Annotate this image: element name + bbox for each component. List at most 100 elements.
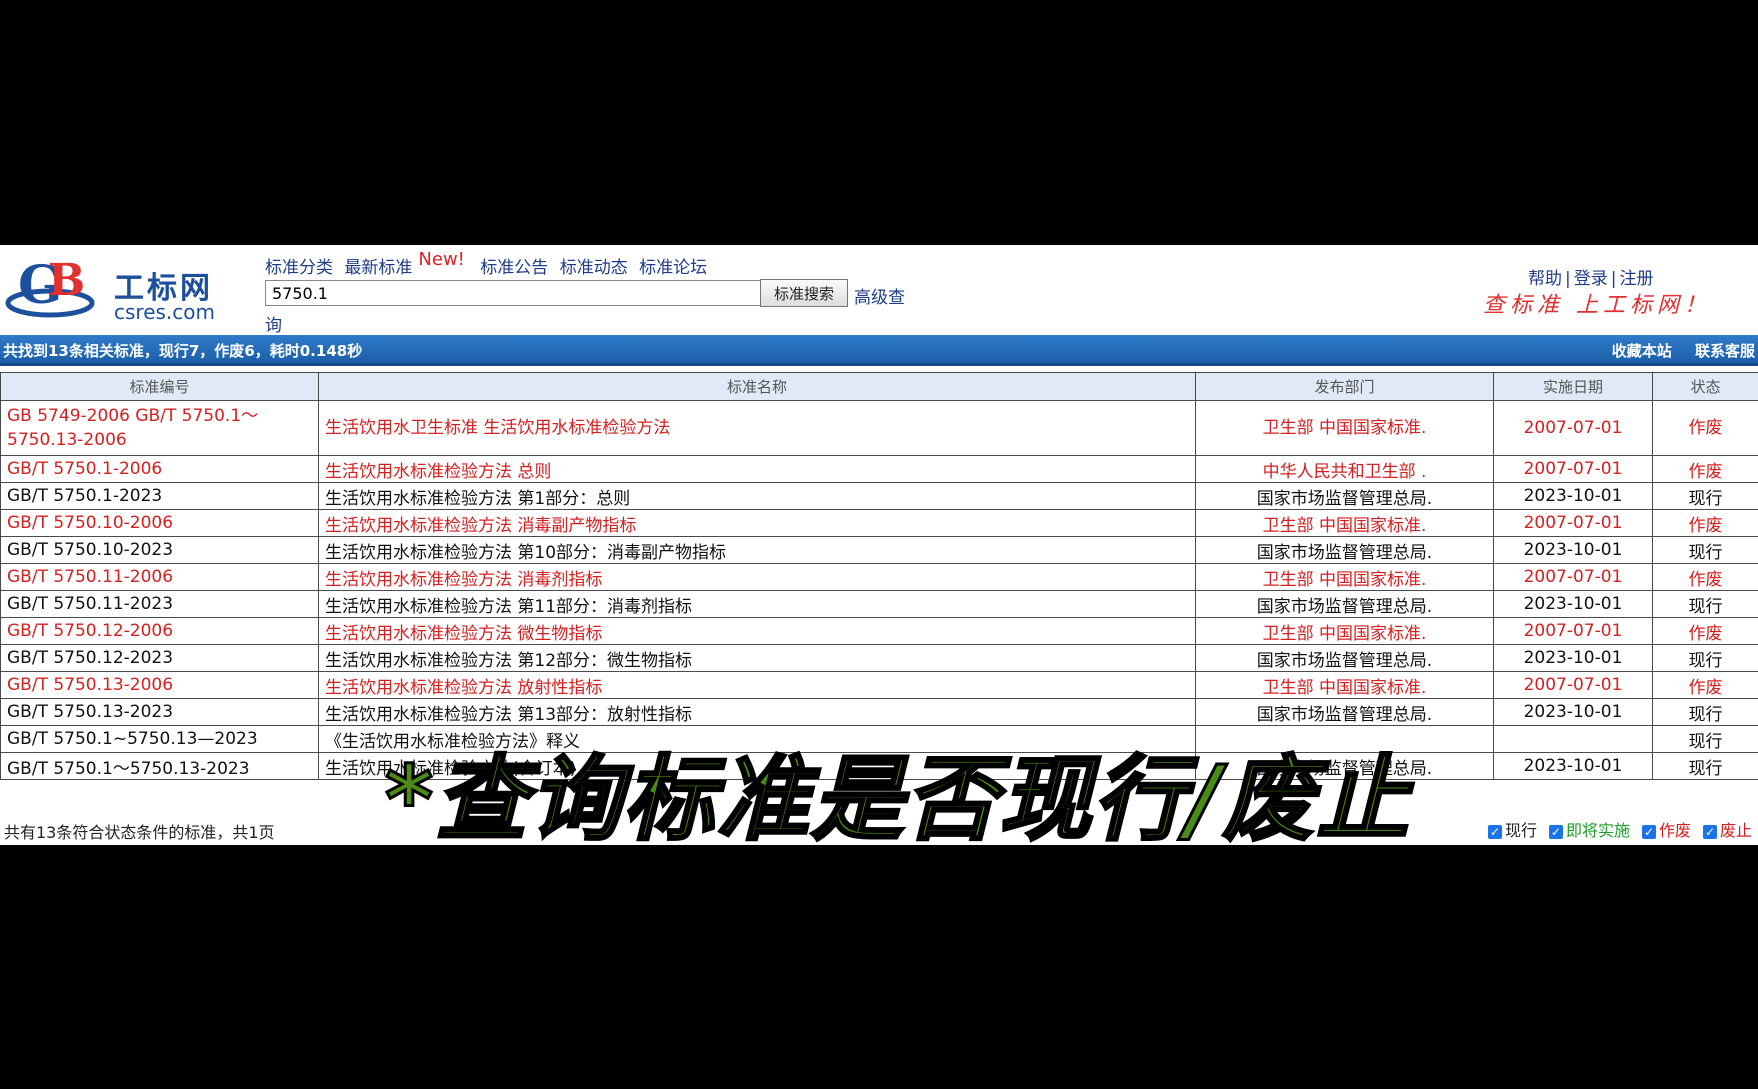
effective-date: 2007-07-01 — [1493, 509, 1653, 537]
standard-code-link[interactable]: GB/T 5750.1-2023 — [0, 482, 319, 510]
effective-date: 2023-10-01 — [1493, 752, 1653, 780]
effective-date: 2007-07-01 — [1493, 455, 1653, 483]
standard-name-link[interactable]: 生活饮用水标准检验方法 消毒剂指标 — [318, 563, 1196, 591]
status-cell: 现行 — [1652, 698, 1758, 726]
advanced-search-link[interactable]: 高级查 — [854, 283, 905, 308]
table-row[interactable]: GB/T 5750.13-2023 生活饮用水标准检验方法 第13部分：放射性指标… — [0, 698, 1758, 726]
site-header: G B 工标网 csres.com 标准分类 最新标准 New! 标准公告 标准动… — [0, 245, 1758, 336]
standard-code-link[interactable]: GB/T 5750.12-2006 — [0, 617, 319, 645]
standard-code-link[interactable]: GB 5749-2006 GB/T 5750.1～5750.13-2006 — [0, 400, 319, 456]
web-page: G B 工标网 csres.com 标准分类 最新标准 New! 标准公告 标准动… — [0, 245, 1758, 845]
checkbox-checked-icon[interactable]: ✓ — [1548, 824, 1563, 839]
table-row[interactable]: GB/T 5750.11-2006 生活饮用水标准检验方法 消毒剂指标 卫生部 中国… — [0, 563, 1758, 591]
status-filter-checkbox[interactable]: ✓ 现行 — [1487, 817, 1537, 841]
col-header-date: 实施日期 — [1493, 372, 1653, 401]
result-summary: 共找到13条相关标准，现行7，作废6，耗时0.148秒 — [3, 342, 363, 360]
standard-code-link[interactable]: GB/T 5750.10-2023 — [0, 536, 319, 564]
help-link[interactable]: 帮助 — [1528, 269, 1562, 289]
publishing-dept: 卫生部 中国国家标准. — [1195, 509, 1494, 537]
results-table: 标准编号 标准名称 发布部门 实施日期 状态 GB 5749-2006 GB/T… — [0, 372, 1758, 780]
status-cell: 现行 — [1652, 725, 1758, 753]
effective-date: 2023-10-01 — [1493, 590, 1653, 618]
publishing-dept: 中华人民共和卫生部 . — [1195, 455, 1494, 483]
standard-code-link[interactable]: GB/T 5750.1~5750.13—2023 — [0, 725, 319, 753]
status-cell: 作废 — [1652, 509, 1758, 537]
advanced-search-link-wrap[interactable]: 询 — [265, 311, 282, 336]
table-row[interactable]: GB/T 5750.1-2023 生活饮用水标准检验方法 第1部分：总则 国家市场监… — [0, 482, 1758, 510]
status-filter-checkbox[interactable]: ✓ 废止 — [1702, 817, 1752, 841]
standard-code-link[interactable]: GB/T 5750.11-2006 — [0, 563, 319, 591]
table-row[interactable]: GB/T 5750.12-2006 生活饮用水标准检验方法 微生物指标 卫生部 中国… — [0, 617, 1758, 645]
status-filter-label: 废止 — [1719, 821, 1752, 840]
standard-name-link[interactable]: 生活饮用水标准检验方法 第13部分：放射性指标 — [318, 698, 1196, 726]
status-filter-checkbox[interactable]: ✓ 作废 — [1641, 817, 1691, 841]
status-filter-label: 现行 — [1504, 821, 1537, 840]
standard-name-link[interactable]: 生活饮用水标准检验方法 第10部分：消毒副产物指标 — [318, 536, 1196, 564]
nav-latest-standards[interactable]: 最新标准 — [344, 258, 412, 278]
table-row[interactable]: GB 5749-2006 GB/T 5750.1～5750.13-2006 生活饮… — [0, 400, 1758, 456]
publishing-dept: 卫生部 中国国家标准. — [1195, 563, 1494, 591]
status-cell: 作废 — [1652, 617, 1758, 645]
standard-name-link[interactable]: 生活饮用水标准检验方法 消毒副产物指标 — [318, 509, 1196, 537]
standard-code-link[interactable]: GB/T 5750.1-2006 — [0, 455, 319, 483]
col-header-code: 标准编号 — [0, 372, 319, 401]
table-row[interactable]: GB/T 5750.10-2006 生活饮用水标准检验方法 消毒副产物指标 卫生部 … — [0, 509, 1758, 537]
standard-code-link[interactable]: GB/T 5750.10-2006 — [0, 509, 319, 537]
effective-date: 2023-10-01 — [1493, 482, 1653, 510]
standard-code-link[interactable]: GB/T 5750.13-2023 — [0, 698, 319, 726]
nav-standard-forum[interactable]: 标准论坛 — [639, 258, 707, 278]
search-button[interactable]: 标准搜索 — [760, 279, 848, 307]
standard-name-link[interactable]: 生活饮用水标准检验方法 总则 — [318, 455, 1196, 483]
table-body: GB 5749-2006 GB/T 5750.1～5750.13-2006 生活饮… — [0, 400, 1758, 780]
new-badge: New! — [418, 249, 465, 270]
checkbox-checked-icon[interactable]: ✓ — [1487, 824, 1502, 839]
site-slogan: 查标准 上工标网！ — [1483, 293, 1711, 318]
publishing-dept: 国家市场监督管理总局. — [1195, 590, 1494, 618]
svg-text:B: B — [48, 255, 85, 306]
site-logo[interactable]: G B 工标网 csres.com — [4, 245, 224, 331]
nav-standard-news[interactable]: 标准动态 — [560, 258, 628, 278]
standard-code-link[interactable]: GB/T 5750.12-2023 — [0, 644, 319, 672]
standard-name-link[interactable]: 生活饮用水标准检验方法 第12部分：微生物指标 — [318, 644, 1196, 672]
publishing-dept: 国家市场监督管理总局. — [1195, 644, 1494, 672]
table-row[interactable]: GB/T 5750.12-2023 生活饮用水标准检验方法 第12部分：微生物指标… — [0, 644, 1758, 672]
account-links: 帮助 | 登录 | 注册 — [1528, 269, 1654, 289]
nav-standard-category[interactable]: 标准分类 — [265, 258, 333, 278]
table-row[interactable]: GB/T 5750.13-2006 生活饮用水标准检验方法 放射性指标 卫生部 中国… — [0, 671, 1758, 699]
search-input[interactable] — [265, 280, 767, 306]
checkbox-checked-icon[interactable]: ✓ — [1702, 824, 1717, 839]
standard-name-link[interactable]: 生活饮用水标准检验方法 放射性指标 — [318, 671, 1196, 699]
contact-service-link[interactable]: 联系客服 — [1695, 342, 1755, 360]
table-row[interactable]: GB/T 5750.11-2023 生活饮用水标准检验方法 第11部分：消毒剂指标… — [0, 590, 1758, 618]
standard-name-link[interactable]: 生活饮用水标准检验方法 第11部分：消毒剂指标 — [318, 590, 1196, 618]
login-link[interactable]: 登录 — [1574, 269, 1608, 289]
status-cell: 作废 — [1652, 400, 1758, 456]
publishing-dept: 国家市场监督管理总局. — [1195, 698, 1494, 726]
effective-date: 2023-10-01 — [1493, 644, 1653, 672]
publishing-dept: 国家市场监督管理总局. — [1195, 536, 1494, 564]
register-link[interactable]: 注册 — [1619, 269, 1653, 289]
standard-code-link[interactable]: GB/T 5750.11-2023 — [0, 590, 319, 618]
standard-name-link[interactable]: 生活饮用水卫生标准 生活饮用水标准检验方法 — [318, 400, 1196, 456]
standard-name-link[interactable]: 生活饮用水标准检验方法 第1部分：总则 — [318, 482, 1196, 510]
table-row[interactable]: GB/T 5750.10-2023 生活饮用水标准检验方法 第10部分：消毒副产物… — [0, 536, 1758, 564]
gb-logo-icon: G B — [5, 255, 95, 318]
status-filter-label: 作废 — [1658, 821, 1691, 840]
bookmark-link[interactable]: 收藏本站 — [1612, 342, 1672, 360]
result-info-bar: 共找到13条相关标准，现行7，作废6，耗时0.148秒 收藏本站 联系客服 — [0, 335, 1758, 366]
table-header-row: 标准编号 标准名称 发布部门 实施日期 状态 — [0, 372, 1758, 401]
status-cell: 现行 — [1652, 536, 1758, 564]
publishing-dept: 国家市场监督管理总局. — [1195, 482, 1494, 510]
nav-standard-announcement[interactable]: 标准公告 — [480, 258, 548, 278]
standard-code-link[interactable]: GB/T 5750.1～5750.13-2023 — [0, 752, 319, 780]
col-header-dept: 发布部门 — [1195, 372, 1494, 401]
standard-code-link[interactable]: GB/T 5750.13-2006 — [0, 671, 319, 699]
status-filter-checkbox[interactable]: ✓ 即将实施 — [1548, 817, 1630, 841]
table-row[interactable]: GB/T 5750.1-2006 生活饮用水标准检验方法 总则 中华人民共和卫生部 … — [0, 455, 1758, 483]
standard-name-link[interactable]: 生活饮用水标准检验方法 微生物指标 — [318, 617, 1196, 645]
checkbox-checked-icon[interactable]: ✓ — [1641, 824, 1656, 839]
effective-date: 2007-07-01 — [1493, 671, 1653, 699]
footer-summary: 共有13条符合状态条件的标准，共1页 — [4, 823, 275, 842]
publishing-dept: 卫生部 中国国家标准. — [1195, 400, 1494, 456]
col-header-status: 状态 — [1652, 372, 1758, 401]
